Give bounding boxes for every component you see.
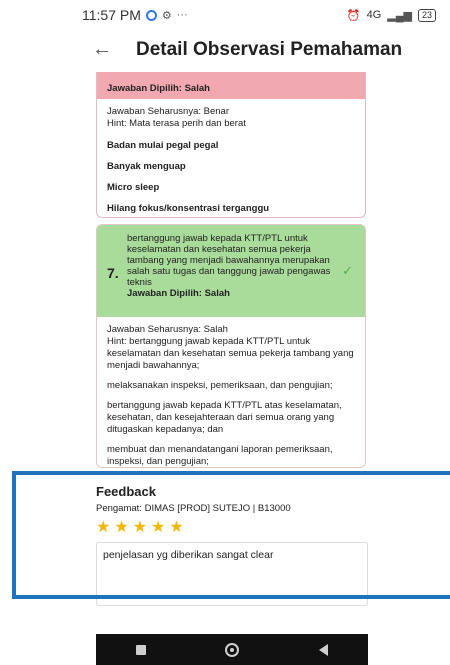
feedback-title: Feedback: [96, 484, 156, 499]
option-item: membuat dan menandatangani laporan pemer…: [107, 444, 333, 467]
selected-answer: Jawaban Dipilih: Salah: [127, 288, 230, 299]
option-item: Hilang fokus/konsentrasi terganggu: [107, 203, 270, 214]
hint-text: Hint: Mata terasa perih dan berat: [107, 118, 246, 129]
hint-text: Hint: bertanggung jawab kepada KTT/PTL u…: [107, 336, 354, 371]
app-bar: ← Detail Observasi Pemahaman: [0, 30, 450, 72]
question-number: 7.: [107, 265, 119, 281]
question-header: 7. bertanggung jawab kepada KTT/PTL untu…: [97, 225, 365, 317]
option-item: Micro sleep: [107, 182, 160, 193]
star-icon: ★: [169, 519, 184, 536]
battery-icon: 23: [417, 8, 436, 22]
selected-answer-banner: Jawaban Dipilih: Salah: [97, 72, 365, 99]
arrow-left-icon[interactable]: ←: [92, 38, 112, 61]
signal-icon: ▂▄▆: [387, 9, 412, 22]
network-type: 4G: [366, 9, 382, 21]
more-notifications-icon: ···: [176, 9, 188, 21]
option-item: melaksanakan inspeksi, pemeriksaan, dan …: [107, 380, 333, 391]
selected-answer: Jawaban Dipilih: Salah: [107, 83, 210, 94]
back-triangle-icon[interactable]: [319, 643, 329, 656]
feedback-section: Feedback Pengamat: DIMAS [PROD] SUTEJO |…: [96, 484, 368, 606]
star-icon: ★: [114, 519, 129, 536]
question-card-6: Jawaban Dipilih: Salah Jawaban Seharusny…: [96, 72, 366, 218]
navigation-bar: [96, 634, 368, 665]
recents-icon[interactable]: [135, 644, 146, 655]
notification-icon: ⚙: [161, 9, 172, 22]
check-icon: ✓: [342, 263, 353, 278]
question-text: bertanggung jawab kepada KTT/PTL untuk k…: [127, 233, 331, 288]
correct-answer: Jawaban Seharusnya: Salah: [107, 324, 228, 335]
correct-answer: Jawaban Seharusnya: Benar: [107, 106, 229, 117]
page-title: Detail Observasi Pemahaman: [136, 39, 403, 60]
star-icon: ★: [151, 519, 166, 536]
status-time: 11:57 PM: [82, 7, 141, 23]
notification-icon: [145, 9, 157, 21]
option-item: Banyak menguap: [107, 161, 186, 172]
alarm-icon: ⏰: [346, 9, 361, 22]
status-bar: 11:57 PM ⚙ ··· ⏰ 4G ▂▄▆ 23: [0, 0, 450, 30]
question-card-7: 7. bertanggung jawab kepada KTT/PTL untu…: [96, 224, 366, 468]
observer-name: Pengamat: DIMAS [PROD] SUTEJO | B13000: [96, 503, 291, 514]
feedback-comment: penjelasan yg diberikan sangat clear: [96, 542, 368, 606]
star-rating: ★ ★ ★ ★ ★: [96, 520, 368, 536]
star-icon: ★: [132, 519, 148, 536]
option-item: bertanggung jawab kepada KTT/PTL atas ke…: [107, 400, 342, 435]
star-icon: ★: [96, 519, 111, 536]
home-icon[interactable]: [225, 642, 240, 657]
option-item: Badan mulai pegal pegal: [107, 140, 219, 151]
